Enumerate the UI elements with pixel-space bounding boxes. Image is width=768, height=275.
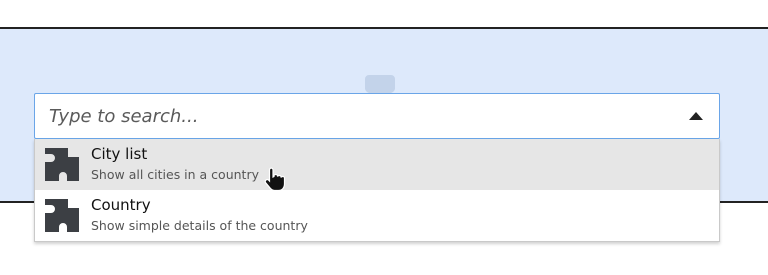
option-city-list[interactable]: City list Show all cities in a country <box>35 139 719 190</box>
dropdown-list: City list Show all cities in a country C… <box>34 139 720 242</box>
puzzle-piece-icon <box>45 148 79 181</box>
puzzle-piece-icon <box>45 199 79 232</box>
hand-pointer-icon <box>264 167 286 191</box>
caret-up-icon[interactable] <box>689 112 703 120</box>
option-title: City list <box>91 145 148 163</box>
option-description: Show simple details of the country <box>91 218 308 233</box>
option-title: Country <box>91 196 151 214</box>
option-country[interactable]: Country Show simple details of the count… <box>35 190 719 241</box>
search-input[interactable] <box>49 94 669 138</box>
option-description: Show all cities in a country <box>91 167 259 182</box>
search-box[interactable] <box>34 93 720 139</box>
search-combobox: City list Show all cities in a country C… <box>34 93 720 242</box>
